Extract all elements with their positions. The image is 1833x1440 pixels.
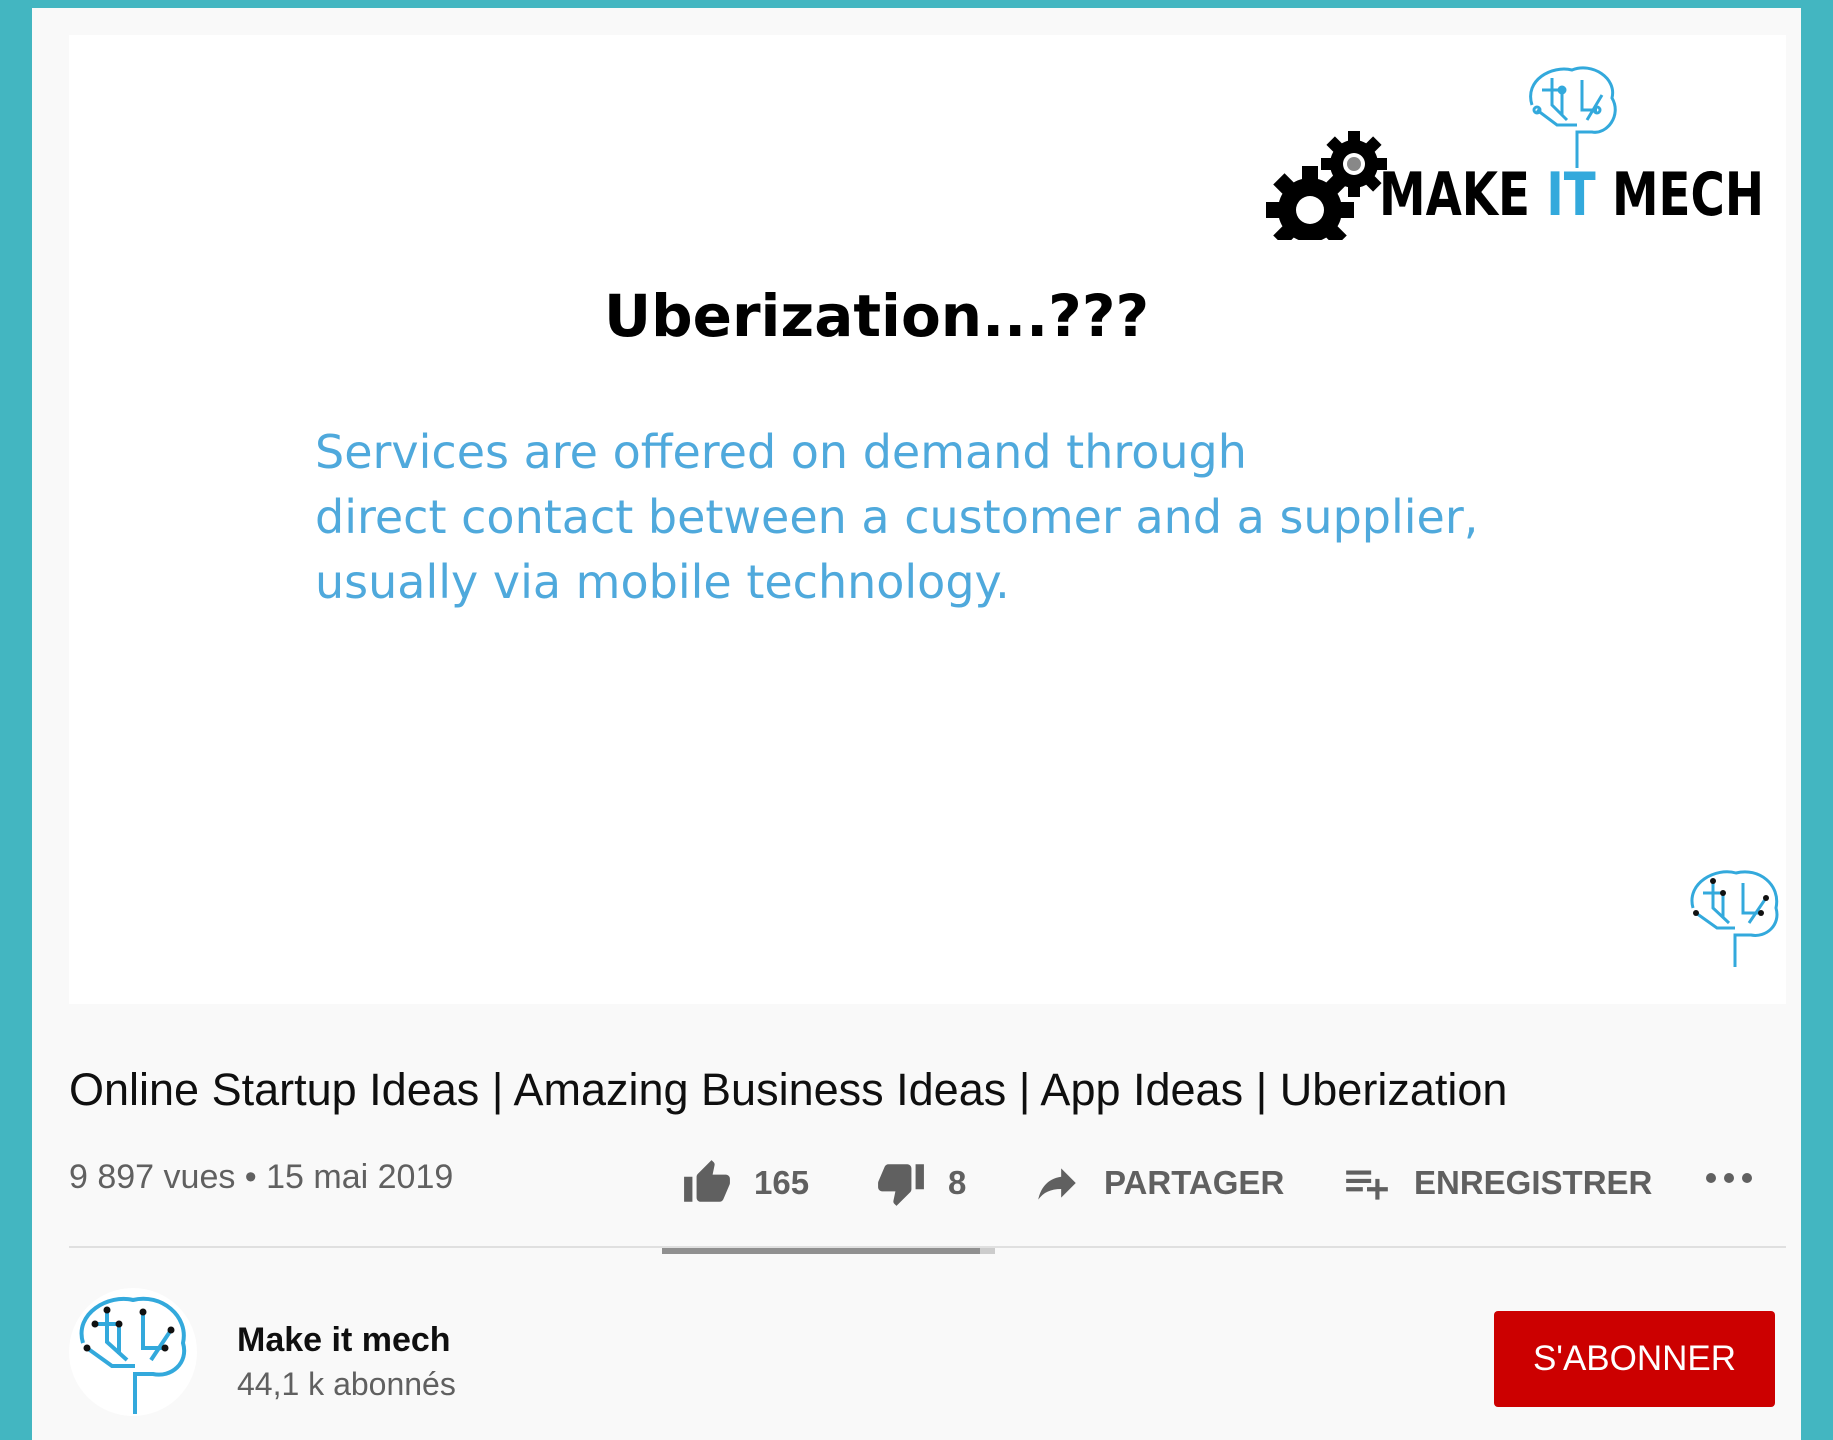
channel-avatar[interactable] xyxy=(69,1288,197,1416)
thumbs-up-icon xyxy=(684,1160,730,1202)
sentiment-bar xyxy=(662,1248,995,1254)
like-count: 165 xyxy=(754,1164,810,1201)
share-label: PARTAGER xyxy=(1104,1164,1285,1201)
slide-line: direct contact between a customer and a … xyxy=(315,490,1479,544)
slide-text: Services are offered on demand through d… xyxy=(315,420,1615,615)
dislike-button[interactable]: 8 xyxy=(876,1158,966,1208)
save-button[interactable]: ENREGISTRER xyxy=(1342,1158,1652,1208)
slide-line: Services are offered on demand through xyxy=(315,425,1247,479)
brain-circuit-icon xyxy=(1529,66,1617,168)
subscriber-count: 44,1 k abonnés xyxy=(237,1366,456,1402)
sentiment-bar-fill xyxy=(662,1248,980,1254)
logo-wordmark: MAKE IT MECH xyxy=(1379,160,1765,230)
like-button[interactable]: 165 xyxy=(682,1158,809,1208)
dislike-count: 8 xyxy=(948,1164,967,1201)
brain-circuit-icon xyxy=(1690,870,1779,967)
playlist-add-icon xyxy=(1346,1170,1388,1200)
view-count-and-date: 9 897 vues • 15 mai 2019 xyxy=(69,1158,454,1196)
slide-title: Uberization...??? xyxy=(604,282,1150,350)
subscribe-button[interactable]: S'ABONNER xyxy=(1494,1311,1775,1407)
share-button[interactable]: PARTAGER xyxy=(1032,1158,1284,1208)
share-arrow-icon xyxy=(1038,1168,1076,1200)
slide-line: usually via mobile technology. xyxy=(315,555,1010,609)
youtube-video-card: MAKE IT MECH Uberization...??? Services … xyxy=(32,8,1801,1440)
save-label: ENREGISTRER xyxy=(1414,1164,1653,1201)
brain-circuit-icon xyxy=(79,1296,187,1414)
gears-icon xyxy=(1266,131,1387,240)
video-title: Online Startup Ideas | Amazing Business … xyxy=(69,1064,1508,1115)
channel-name[interactable]: Make it mech xyxy=(237,1321,451,1360)
video-thumbnail[interactable]: MAKE IT MECH Uberization...??? Services … xyxy=(69,35,1786,1004)
more-horizontal-icon xyxy=(1706,1173,1752,1183)
more-actions-button[interactable] xyxy=(1704,1168,1754,1188)
thumbs-down-icon xyxy=(878,1164,924,1206)
